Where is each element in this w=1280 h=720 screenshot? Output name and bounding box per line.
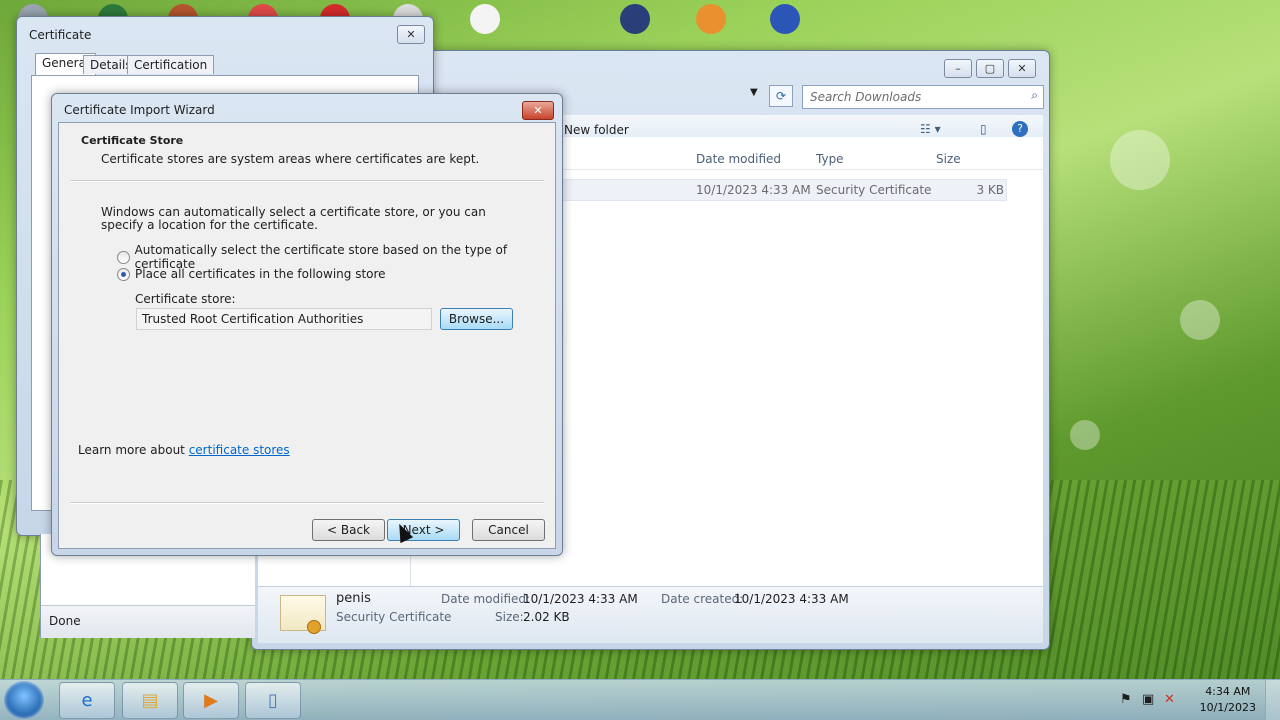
close-button[interactable]: ✕ [397, 25, 425, 44]
back-button[interactable]: < Back [312, 519, 385, 541]
close-button[interactable]: ✕ [522, 101, 554, 120]
wizard-header-subtitle: Certificate stores are system areas wher… [101, 152, 480, 166]
file-size: 3 KB [976, 183, 1004, 197]
wizard-title: Certificate Import Wizard [64, 103, 215, 117]
internet-explorer-icon[interactable]: e [59, 682, 115, 719]
search-placeholder: Search Downloads [810, 90, 922, 104]
desktop-icon[interactable] [612, 4, 658, 42]
wizard-header-title: Certificate Store [81, 134, 184, 147]
document-icon[interactable]: ▯ [245, 682, 301, 719]
radio-auto-select[interactable] [117, 250, 130, 264]
search-icon: ⌕ [1031, 88, 1038, 102]
details-date-modified-label: Date modified: [441, 592, 531, 606]
volume-muted-icon[interactable]: ✕ [1164, 692, 1175, 707]
details-size: 2.02 KB [523, 610, 570, 624]
file-type: Security Certificate [816, 183, 932, 197]
close-button[interactable]: ✕ [1008, 59, 1036, 78]
clock-time: 4:34 AM [1205, 685, 1251, 698]
column-date-modified[interactable]: Date modified [696, 152, 781, 166]
file-date-modified: 10/1/2023 4:33 AM [696, 183, 811, 197]
refresh-icon[interactable]: ⟳ [769, 85, 793, 107]
pizza-desktop-icon[interactable] [688, 4, 734, 42]
browse-button[interactable]: Browse... [440, 308, 513, 330]
maximize-button[interactable]: ▢ [976, 59, 1004, 78]
search-input[interactable]: Search Downloads ⌕ [802, 85, 1044, 109]
flag-icon[interactable]: ⚑ [1120, 692, 1132, 707]
bokeh-light [1070, 420, 1100, 450]
preview-pane-icon[interactable]: ▯ [980, 122, 987, 136]
option-place-in-store[interactable]: Place all certificates in the following … [117, 267, 386, 281]
media-player-icon[interactable]: ▶ [183, 682, 239, 719]
bokeh-light [1110, 130, 1170, 190]
radio-place-in-store[interactable] [117, 267, 130, 281]
status-text: Done [49, 614, 81, 628]
certificate-file-icon [280, 595, 326, 634]
taskbar: e ▤ ▶ ▯ ⚑ ▣ ✕ 4:34 AM 10/1/2023 [0, 679, 1280, 720]
tab-certification-path[interactable]: Certification Path [127, 55, 215, 90]
wizard-description: Windows can automatically select a certi… [101, 205, 486, 232]
help-icon[interactable]: ? [1012, 121, 1028, 137]
certificate-import-wizard[interactable]: Certificate Import Wizard ✕ Certificate … [51, 93, 563, 556]
bokeh-light [1180, 300, 1220, 340]
details-size-label: Size: [495, 610, 524, 624]
option-place-in-store-label: Place all certificates in the following … [135, 267, 386, 281]
column-size[interactable]: Size [936, 152, 961, 166]
certificate-store-value: Trusted Root Certification Authorities [142, 312, 364, 326]
divider [70, 180, 544, 182]
details-date-created: 10/1/2023 4:33 AM [734, 592, 849, 606]
clock-date: 10/1/2023 [1199, 701, 1256, 714]
windows-start-icon[interactable] [4, 681, 44, 719]
certificate-store-label: Certificate store: [135, 292, 236, 306]
clock[interactable]: 4:34 AM 10/1/2023 [1200, 684, 1256, 716]
network-icon[interactable]: ▣ [1142, 692, 1154, 707]
details-date-modified: 10/1/2023 4:33 AM [523, 592, 638, 606]
new-folder-button[interactable]: New folder [564, 123, 629, 137]
certificate-stores-link[interactable]: certificate stores [189, 443, 290, 457]
details-file-name: penis [336, 591, 371, 606]
learn-more-prefix: Learn more about [78, 443, 189, 457]
system-tray: ⚑ ▣ ✕ 4:34 AM 10/1/2023 [1110, 680, 1280, 720]
details-file-type: Security Certificate [336, 610, 452, 624]
divider [70, 502, 544, 504]
minimize-button[interactable]: – [944, 59, 972, 78]
status-bar: Done [41, 605, 255, 638]
wizard-body: Certificate Store Certificate stores are… [58, 122, 556, 549]
cancel-button[interactable]: Cancel [472, 519, 545, 541]
details-date-created-label: Date created: [661, 592, 744, 606]
file-row[interactable]: 10/1/2023 4:33 AM Security Certificate 3… [558, 179, 1007, 201]
show-desktop-button[interactable] [1265, 680, 1280, 720]
folder-icon[interactable]: ▤ [122, 682, 178, 719]
column-headers: Date modified Type Size [558, 147, 1043, 170]
column-type[interactable]: Type [816, 152, 844, 166]
certificate-dialog-title: Certificate [29, 28, 92, 42]
details-pane: penis Security Certificate Date modified… [258, 586, 1043, 643]
chevron-down-icon[interactable]: ▼ [750, 87, 758, 98]
dove-desktop-icon[interactable] [462, 4, 508, 42]
certificate-store-field: Trusted Root Certification Authorities [136, 308, 432, 330]
learn-more: Learn more about certificate stores [78, 443, 290, 457]
desktop-icon[interactable] [762, 4, 808, 42]
view-options-icon[interactable]: ☷ ▾ [920, 122, 941, 136]
